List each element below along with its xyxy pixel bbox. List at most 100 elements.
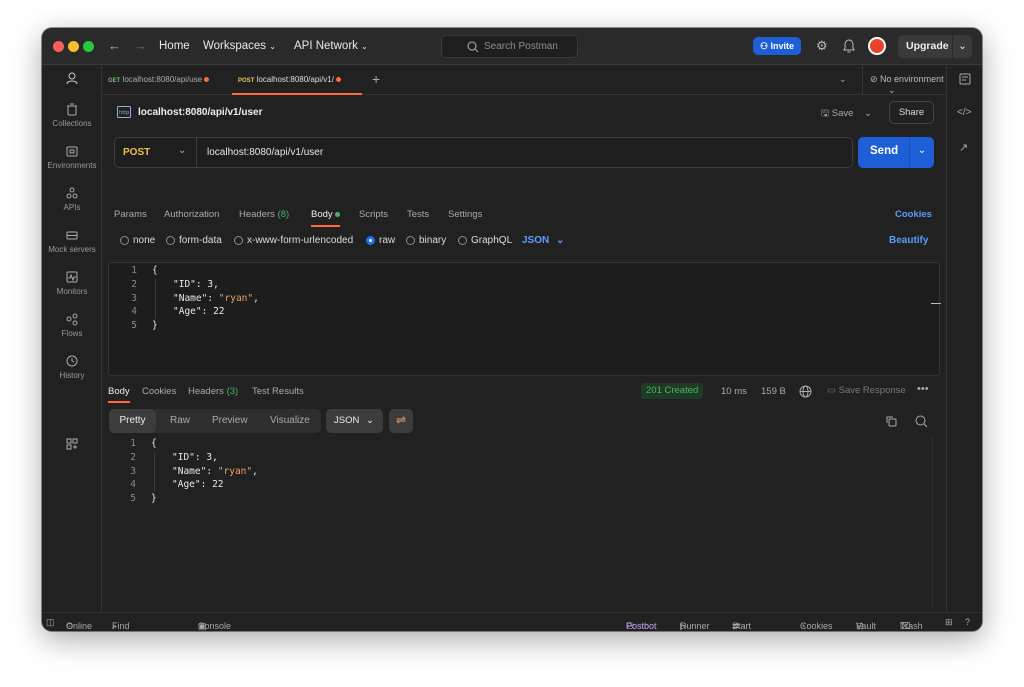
find-replace-label: Find and replace [112,621,130,631]
sidebar-item-monitors[interactable]: Monitors [42,271,102,296]
api-network-menu[interactable]: API Network ⌄ [294,40,368,52]
view-preview[interactable]: Preview [212,415,248,426]
sidebar-item-history[interactable]: History [42,355,102,380]
tabs-chevron-down-icon[interactable]: ⌄ [839,74,847,85]
zoom-window-button[interactable] [83,41,94,52]
url-input[interactable]: localhost:8080/api/v1/user [207,147,323,158]
postbot-label: Postbot [626,621,657,631]
tab-scripts[interactable]: Scripts [359,209,388,220]
json-key: "ID" [172,452,195,463]
response-headers-count: (3) [226,386,239,397]
console-label: Console [198,621,232,631]
workspaces-menu[interactable]: Workspaces ⌄ [203,40,276,52]
response-tab-cookies[interactable]: Cookies [142,386,176,397]
related-collections-icon[interactable]: ↗ [959,141,968,154]
radio-urlencoded[interactable] [234,236,243,245]
close-window-button[interactable] [53,41,64,52]
sidebar-item-collections[interactable]: Collections [42,103,102,128]
notifications-bell-icon[interactable] [843,39,855,53]
response-tab-headers[interactable]: Headers (3) [188,386,238,397]
cookies-link[interactable]: Cookies [895,209,932,220]
radio-raw[interactable] [366,236,375,245]
radio-none[interactable] [120,236,129,245]
tab-settings[interactable]: Settings [448,209,482,220]
code-snippet-icon[interactable]: </> [957,107,971,118]
sidebar-item-apis[interactable]: APIs [42,187,102,212]
json-key: "ID" [173,279,196,290]
response-time[interactable]: 10 ms [721,386,747,397]
send-button[interactable]: Send [870,145,898,157]
line-number: 2 [131,279,137,290]
chevron-down-icon: ⌄ [269,42,276,51]
body-format-selector[interactable]: JSON ⌄ [522,235,564,246]
user-avatar[interactable] [868,37,886,55]
tab-method: GET [108,78,121,84]
sidebar-item-label: Flows [61,329,83,338]
toggle-sidebar-icon[interactable]: ◫ [46,617,55,628]
sidebar-item-label: History [59,371,85,380]
copy-icon[interactable] [886,416,897,427]
status-badge[interactable]: 201 Created [641,383,704,399]
wrap-lines-icon[interactable]: ⇌ [389,409,413,433]
send-options-chevron-icon[interactable]: ⌄ [909,137,934,168]
line-number: 1 [131,265,137,276]
sidebar-item-flows[interactable]: Flows [42,313,102,338]
response-body-viewer[interactable]: 1 2 3 4 5 { "ID": 3, "Name": "ryan", "Ag… [108,436,940,608]
environment-quick-look-icon[interactable] [959,73,971,85]
search-input[interactable]: Search Postman [441,35,578,58]
save-button[interactable]: 🖫 Save ⌄ [821,106,872,122]
upgrade-button[interactable]: Upgrade ⌄ [898,35,972,58]
tab-body[interactable]: Body [311,209,341,227]
help-icon[interactable]: ? [965,617,970,627]
method-selector[interactable]: POST ⌄ [115,138,197,167]
chevron-down-icon[interactable]: ⌄ [864,108,872,119]
request-tabs-bar: GET localhost:8080/api/use POST localhos… [102,65,946,95]
view-raw[interactable]: Raw [170,415,190,426]
layout-icon[interactable]: ⊞ [945,617,953,628]
home-link[interactable]: Home [159,40,190,52]
sidebar-item-label: Collections [52,119,92,128]
request-name[interactable]: localhost:8080/api/v1/user [138,107,263,118]
save-response-button[interactable]: ▭ Save Response [827,385,906,396]
invite-button[interactable]: ⚇ Invite [753,37,801,55]
settings-gear-icon[interactable]: ⚙ [816,38,828,54]
view-pretty[interactable]: Pretty [109,409,156,433]
beautify-link[interactable]: Beautify [889,235,928,246]
environment-selector[interactable]: ⊘ No environment ⌄ [870,74,946,96]
sidebar-item-mock-servers[interactable]: Mock servers [42,229,102,254]
more-options-icon[interactable]: ••• [917,383,929,395]
json-line: "ID": 3, [173,279,219,290]
environment-label: No environment [880,74,944,84]
sidebar-item-environments[interactable]: Environments [42,145,102,170]
response-format-selector[interactable]: JSON ⌄ [326,409,383,433]
radio-binary[interactable] [406,236,415,245]
configure-sidebar-icon[interactable] [66,438,78,450]
forward-arrow-icon[interactable]: → [134,38,147,53]
response-tab-test-results[interactable]: Test Results [252,386,304,397]
share-button[interactable]: Share [889,101,934,124]
response-tab-body[interactable]: Body [108,386,130,403]
view-visualize[interactable]: Visualize [270,415,310,426]
chevron-down-icon[interactable]: ⌄ [952,35,972,58]
tab-tests[interactable]: Tests [407,209,429,220]
minimize-window-button[interactable] [68,41,79,52]
json-line: "Name": "ryan", [173,293,259,304]
editor-resize-handle[interactable] [931,303,941,304]
tab-params[interactable]: Params [114,209,147,220]
scrollbar-track[interactable] [932,436,933,608]
radio-form-data[interactable] [166,236,175,245]
workspaces-label: Workspaces [203,40,267,52]
tab-headers[interactable]: Headers (8) [239,209,289,220]
search-response-icon[interactable] [915,415,928,428]
user-icon[interactable] [66,72,78,85]
new-tab-plus-icon[interactable]: + [372,71,380,87]
tab-post-request[interactable]: POST localhost:8080/api/v1/ [232,65,362,95]
tab-get-request[interactable]: GET localhost:8080/api/use [108,65,230,95]
back-arrow-icon[interactable]: ← [108,38,121,53]
request-body-editor[interactable]: 1 2 3 4 5 { "ID": 3, "Name": "ryan", "Ag… [108,262,941,376]
tab-authorization[interactable]: Authorization [164,209,219,220]
radio-graphql[interactable] [458,236,467,245]
search-placeholder: Search Postman [484,41,558,52]
globe-icon[interactable] [799,385,812,398]
response-size[interactable]: 159 B [761,386,786,397]
